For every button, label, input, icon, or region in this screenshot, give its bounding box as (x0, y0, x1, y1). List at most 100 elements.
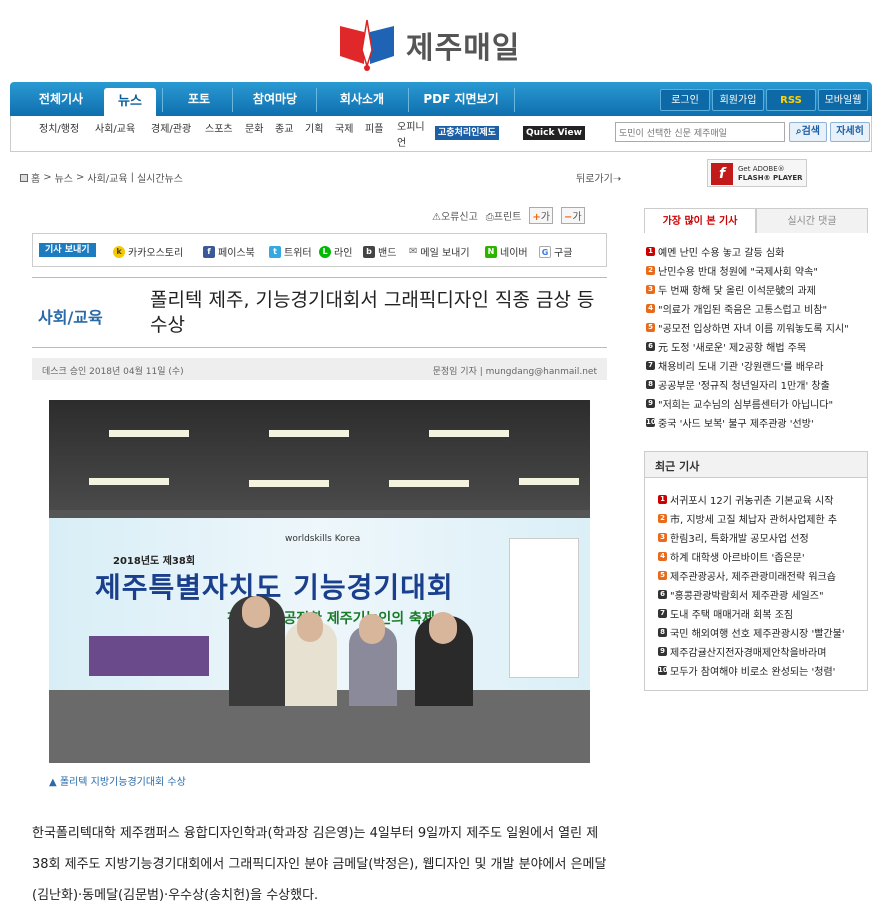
subnav-opinion[interactable]: 오피니언 (397, 120, 431, 152)
list-item[interactable]: 9 "저희는 교수님의 심부름센터가 아닙니다" (646, 396, 833, 411)
subnav-special[interactable]: 기획 (305, 120, 323, 135)
list-item[interactable]: 8 공공부문 '정규직 청년일자리 1만개' 창출 (646, 377, 830, 392)
list-item[interactable]: 3 한림3리, 특화개발 공모사업 선정 (658, 530, 809, 545)
share-line[interactable]: L 라인 (319, 244, 352, 259)
list-item-label: "의료가 개입된 죽음은 고통스럽고 비참" (658, 305, 828, 316)
share-naver[interactable]: N 네이버 (485, 244, 528, 259)
subnav-people[interactable]: 피플 (365, 120, 383, 135)
list-item-label: 도내 주택 매매거래 회복 조짐 (670, 610, 794, 621)
list-item-label: 서귀포시 12기 귀농귀촌 기본교육 시작 (670, 496, 834, 507)
list-item[interactable]: 5 "공모전 입상하면 자녀 이름 끼워놓도록 지시" (646, 320, 849, 335)
rank-4-icon: 4 (646, 304, 655, 313)
nav-about[interactable]: 회사소개 (324, 82, 400, 116)
article-body: 한국폴리텍대학 제주캠퍼스 융합디자인학과(학과장 김은영)는 4일부터 9일까… (32, 826, 607, 903)
breadcrumb-society[interactable]: 사회/교육 (87, 170, 127, 185)
nav-pdf[interactable]: PDF 지면보기 (414, 82, 508, 116)
list-item[interactable]: 3두 번째 항해 닻 올린 이석문號의 과제 (646, 282, 816, 297)
flash-player-badge[interactable]: f Get ADOBE® FLASH® PLAYER (707, 159, 807, 187)
quickview-label: Quick View (526, 128, 582, 138)
share-facebook-label: 페이스북 (218, 248, 255, 259)
list-item-label: "저희는 교수님의 심부름센터가 아닙니다" (658, 400, 834, 411)
quickview-button[interactable]: Quick View (523, 126, 585, 140)
list-item-label: 제주관광공사, 제주관광미래전략 워크숍 (670, 572, 836, 583)
nav-photo[interactable]: 포토 (170, 82, 228, 116)
breadcrumb-news[interactable]: 뉴스 (55, 170, 73, 185)
list-item[interactable]: 1 예멘 난민 수용 놓고 갈등 심화 (646, 244, 784, 259)
share-label: 기사 보내기 (39, 243, 96, 257)
list-item-label: "공모전 입상하면 자녀 이름 끼워놓도록 지시" (658, 324, 849, 335)
font-increase-button[interactable]: +가 (529, 207, 553, 224)
signup-link[interactable]: 회원가입 (712, 89, 764, 111)
print-button[interactable]: ⎙프린트 (486, 208, 522, 223)
share-email[interactable]: ✉ 메일 보내기 (409, 244, 470, 259)
rank-1-icon: 1 (646, 247, 655, 256)
rank-7-icon: 7 (646, 361, 655, 370)
subnav-sports[interactable]: 스포츠 (205, 120, 233, 135)
share-band[interactable]: b 밴드 (363, 244, 396, 259)
logo-text: 제주매일 (406, 31, 521, 66)
print-icon: ⎙ (485, 212, 494, 223)
nav-all-articles[interactable]: 전체기사 (22, 82, 100, 116)
rss-link[interactable]: RSS (766, 89, 816, 111)
popular-tabs: 가장 많이 본 기사 실시간 댓글 (644, 208, 868, 233)
list-item[interactable]: 4 "의료가 개입된 죽음은 고통스럽고 비참" (646, 301, 827, 316)
share-google[interactable]: G 구글 (539, 244, 572, 259)
list-item[interactable]: 10 모두가 참여해야 비로소 완성되는 '청렴' (658, 663, 835, 678)
subnav-politics[interactable]: 정치/행정 (39, 120, 79, 135)
list-item[interactable]: 9 제주감귤산지전자경매제안착을바라며 (658, 644, 826, 659)
list-item[interactable]: 7 채용비리 도내 기관 '강원랜드'를 배우라 (646, 358, 823, 373)
error-report[interactable]: ⚠오류신고 (432, 208, 478, 223)
grievance-button[interactable]: 고충처리인제도 (435, 126, 499, 140)
list-item[interactable]: 10 중국 '사드 보복' 불구 제주관광 '선방' (646, 415, 814, 430)
rank-9-icon: 9 (658, 647, 667, 656)
font-decrease-button[interactable]: −가 (560, 207, 585, 224)
tab-realtime-comments[interactable]: 실시간 댓글 (756, 208, 868, 233)
breadcrumb-realtime[interactable]: 실시간뉴스 (137, 170, 183, 185)
search-button[interactable]: ⌕검색 (789, 122, 827, 142)
photo-caption: ▲ 폴리텍 지방기능경기대회 수상 (49, 777, 186, 788)
list-item[interactable]: 6 "홍콩관광박람회서 제주관광 세일즈" (658, 587, 824, 602)
site-logo[interactable]: 제주매일 (336, 14, 556, 76)
search-input[interactable]: 도민이 선택한 신문 제주매일 (615, 122, 785, 142)
detail-search-button[interactable]: 자세히 (830, 122, 870, 142)
google-icon: G (539, 245, 551, 258)
rank-2-icon: 2 (646, 266, 655, 275)
reporter-info: 문정임 기자 | mungdang@hanmail.net (432, 367, 597, 377)
list-item[interactable]: 2 난민수용 반대 청원에 "국제사회 약속" (646, 263, 818, 278)
tab-most-viewed[interactable]: 가장 많이 본 기사 (644, 208, 756, 233)
plus-icon: + (532, 212, 541, 223)
mobile-web-link[interactable]: 모바일웹 (818, 89, 868, 111)
subnav-religion[interactable]: 종교 (275, 120, 293, 135)
list-item[interactable]: 1 서귀포시 12기 귀농귀촌 기본교육 시작 (658, 492, 833, 507)
subnav-international[interactable]: 국제 (335, 120, 353, 135)
line-icon: L (319, 245, 331, 258)
recent-articles-title: 최근 기사 (645, 452, 867, 478)
share-kakaostory[interactable]: k 카카오스토리 (113, 244, 183, 259)
list-item[interactable]: 7 도내 주택 매매거래 회복 조짐 (658, 606, 793, 621)
nav-participation[interactable]: 참여마당 (242, 82, 308, 116)
list-item[interactable]: 2 市, 지방세 고질 체납자 관허사업제한 추 (658, 511, 837, 526)
login-link[interactable]: 로그인 (660, 89, 710, 111)
subnav-society[interactable]: 사회/교육 (95, 120, 135, 135)
flash-line1: Get ADOBE® (738, 165, 785, 173)
list-item[interactable]: 8 국민 해외여행 선호 제주관광시장 '빨간불' (658, 625, 845, 640)
share-twitter-label: 트위터 (284, 248, 312, 259)
list-item[interactable]: 6元 도정 '새로운' 제2공항 해법 주목 (646, 339, 806, 354)
list-item[interactable]: 5 제주관광공사, 제주관광미래전략 워크숍 (658, 568, 836, 583)
rank-5-icon: 5 (646, 323, 655, 332)
subnav-culture[interactable]: 문화 (245, 120, 263, 135)
breadcrumb-home[interactable]: 홈 (31, 170, 40, 185)
list-item-label: 두 번째 항해 닻 올린 이석문號의 과제 (658, 286, 816, 297)
rank-6-icon: 6 (658, 590, 667, 599)
nav-divider (316, 88, 317, 112)
share-facebook[interactable]: f 페이스북 (203, 244, 255, 259)
share-twitter[interactable]: t 트위터 (269, 244, 312, 259)
subnav-economy[interactable]: 경제/관광 (151, 120, 191, 135)
flash-icon: f (711, 163, 733, 185)
back-link[interactable]: 뒤로가기➝ (576, 170, 621, 185)
nav-news[interactable]: 뉴스 (104, 88, 156, 116)
list-item[interactable]: 4 하계 대학생 아르바이트 '좁은문' (658, 549, 805, 564)
article-category[interactable]: 사회/교육 (38, 304, 103, 328)
list-item-label: 市, 지방세 고질 체납자 관허사업제한 추 (670, 515, 838, 526)
share-bar: 기사 보내기 k 카카오스토리 f 페이스북 t 트위터 L 라인 b 밴드 ✉ 메일 보내… (32, 233, 607, 267)
